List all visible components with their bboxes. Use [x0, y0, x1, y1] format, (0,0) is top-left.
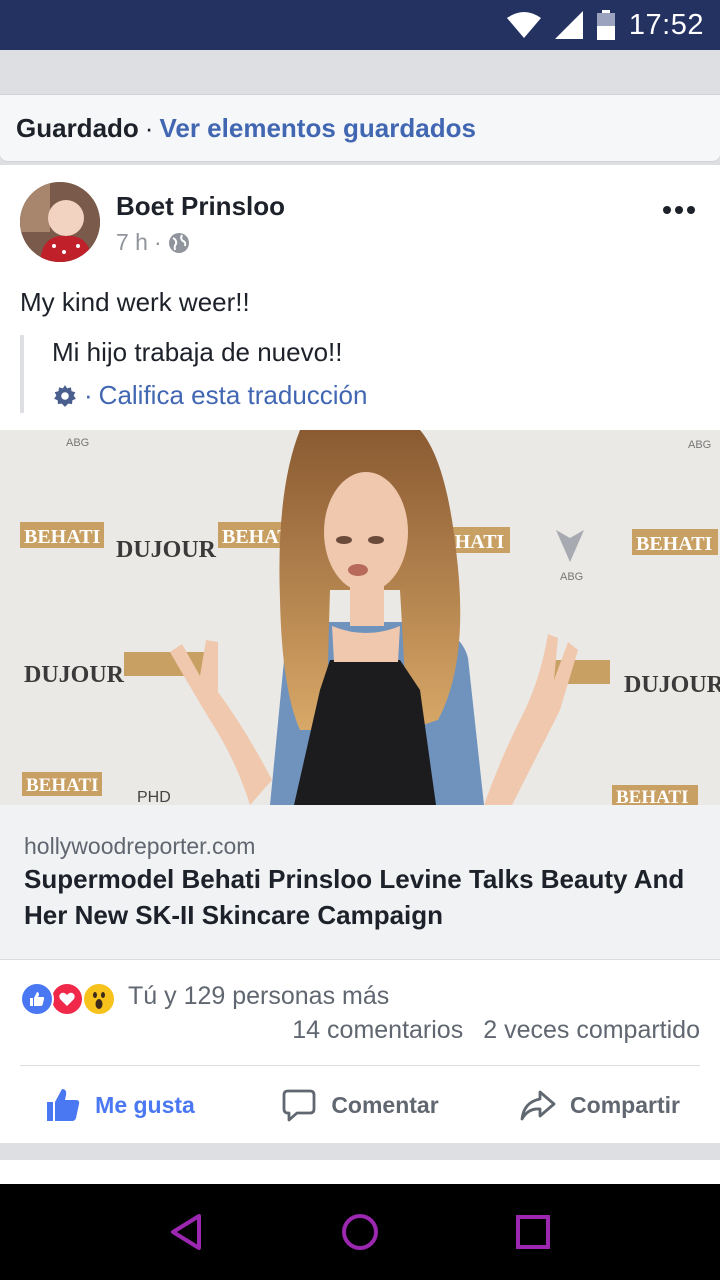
reaction-icons[interactable] [20, 982, 120, 1016]
reactions-row: Tú y 129 personas más 14 comentarios 2 v… [0, 960, 720, 1060]
post-time[interactable]: 7 h [116, 229, 148, 256]
feed[interactable]: Guardado · Ver elementos guardados Boet … [0, 50, 720, 1184]
engagement-counts: 14 comentarios 2 veces compartido [292, 1016, 700, 1045]
translation-block: Mi hijo trabaja de nuevo!! · Califica es… [20, 335, 700, 413]
comment-label: Comentar [331, 1091, 439, 1118]
signal-icon [554, 11, 583, 39]
backdrop-dujour-1: DUJOUR [116, 537, 217, 563]
like-label: Me gusta [95, 1091, 195, 1118]
comment-button[interactable]: Comentar [240, 1087, 480, 1123]
wifi-icon [506, 12, 541, 38]
backdrop-abg-3: ABG [560, 571, 583, 583]
globe-icon [168, 232, 189, 253]
backdrop-behati-5: BEHATI [26, 775, 99, 796]
saved-separator: · [144, 112, 154, 143]
link-title: Supermodel Behati Prinsloo Levine Talks … [24, 864, 685, 930]
back-icon[interactable] [167, 1212, 207, 1252]
more-options-button[interactable] [662, 195, 696, 225]
rate-separator: · [84, 380, 93, 410]
backdrop-dujour-2: DUJOUR [24, 662, 125, 688]
like-reaction-icon [20, 982, 54, 1016]
post-meta: 7 h · [116, 229, 190, 256]
navigation-bar [0, 1184, 720, 1280]
link-photo: BEHATI BEHATI BEHATI BEHATI BEHATI BEHAT… [0, 430, 720, 805]
view-saved-items-link[interactable]: Ver elementos guardados [159, 113, 475, 144]
post-actions: Me gusta Comentar Compartir [0, 1070, 720, 1140]
battery-icon [596, 10, 615, 40]
post-card: Boet Prinsloo 7 h · My kind werk weer!! … [0, 165, 720, 1143]
meta-separator: · [153, 229, 162, 255]
avatar-image [20, 182, 100, 262]
wow-reaction-icon [82, 982, 116, 1016]
saved-banner: Guardado · Ver elementos guardados [0, 94, 720, 162]
rate-translation-link[interactable]: Califica esta traducción [99, 380, 368, 411]
thumbs-up-icon [47, 1089, 80, 1121]
comments-count[interactable]: 14 comentarios [292, 1016, 463, 1045]
rate-translation: · Califica esta traducción [52, 380, 367, 411]
link-preview[interactable]: hollywoodreporter.com Supermodel Behati … [0, 805, 720, 960]
love-reaction-icon [50, 982, 84, 1016]
link-image[interactable]: BEHATI BEHATI BEHATI BEHATI BEHATI BEHAT… [0, 430, 720, 805]
avatar[interactable] [20, 182, 100, 262]
backdrop-phd: PHD [137, 789, 171, 805]
recents-icon[interactable] [513, 1212, 553, 1252]
home-icon[interactable] [340, 1212, 380, 1252]
backdrop-dujour-3: DUJOUR [624, 672, 720, 698]
author-name[interactable]: Boet Prinsloo [116, 191, 285, 222]
status-time: 17:52 [628, 8, 704, 41]
gear-icon [54, 384, 76, 407]
share-button[interactable]: Compartir [480, 1087, 720, 1123]
next-post-card[interactable] [0, 1160, 720, 1184]
comment-icon [282, 1089, 316, 1122]
backdrop-abg-1: ABG [66, 437, 89, 449]
shares-count[interactable]: 2 veces compartido [483, 1016, 700, 1045]
share-label: Compartir [570, 1091, 680, 1118]
backdrop-behati-6: BEHATI [616, 787, 689, 805]
backdrop-behati-1: BEHATI [24, 526, 101, 548]
saved-title: Guardado [16, 112, 139, 143]
like-button[interactable]: Me gusta [0, 1087, 240, 1123]
post-text: My kind werk weer!! [20, 287, 250, 317]
backdrop-behati-4: BEHATI [636, 533, 713, 555]
translation-text: Mi hijo trabaja de nuevo!! [52, 337, 343, 367]
link-domain: hollywoodreporter.com [24, 833, 256, 859]
status-bar: 17:52 [0, 0, 720, 50]
reactions-summary[interactable]: Tú y 129 personas más [128, 982, 389, 1011]
share-icon [520, 1090, 556, 1121]
divider [20, 1065, 700, 1066]
status-icons: 17:52 [506, 0, 704, 50]
backdrop-abg-2: ABG [688, 439, 711, 451]
